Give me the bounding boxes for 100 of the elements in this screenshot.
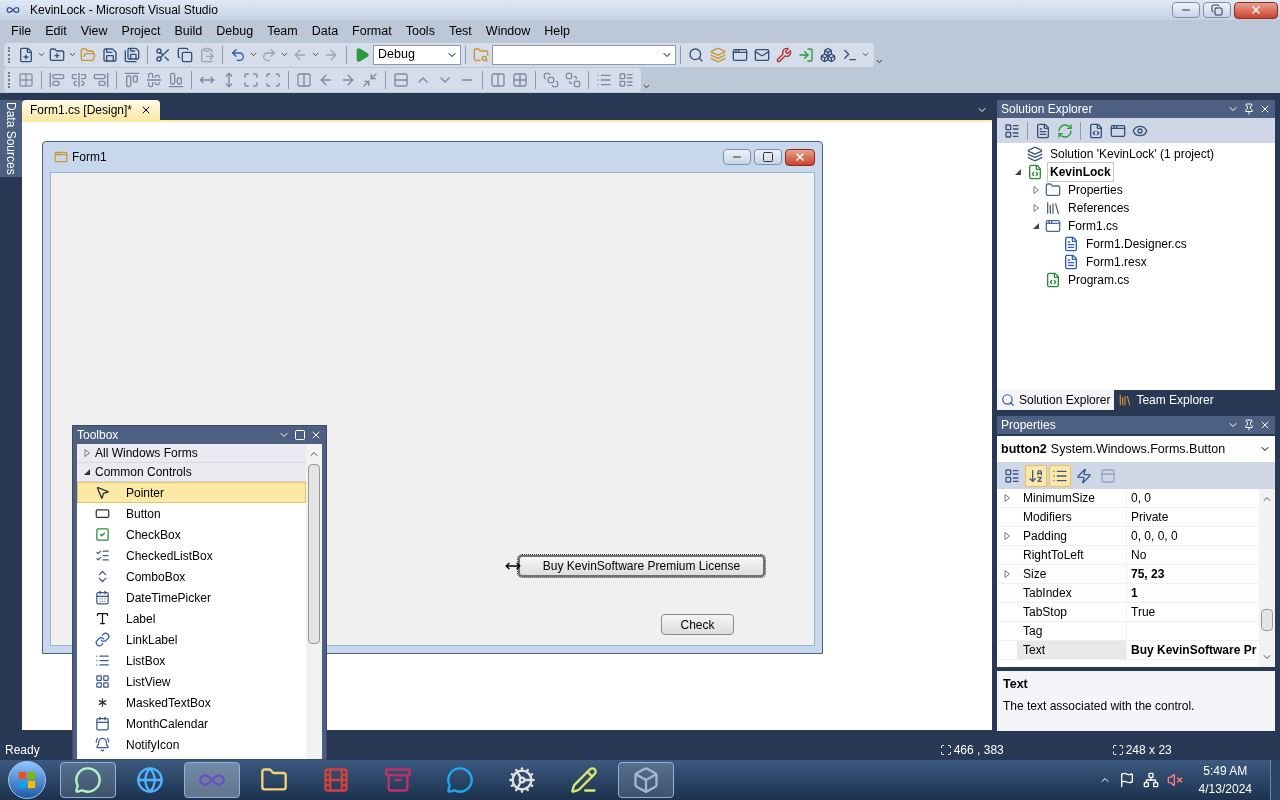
tree-item[interactable]: Form1.Designer.cs [1083,234,1190,254]
cube-icon[interactable] [618,762,674,798]
panel-tab[interactable]: Team Explorer [1114,390,1218,410]
property-value[interactable]: No [1127,546,1259,564]
tree-item[interactable]: Properties [1065,180,1126,200]
property-value[interactable]: 1 [1127,584,1259,602]
panel-tab[interactable]: Solution Explorer [997,390,1115,410]
menu-item[interactable]: View [73,21,115,41]
restore-icon[interactable] [1203,2,1231,18]
menu-item[interactable]: Build [167,21,210,41]
minimize-icon[interactable] [1172,2,1200,18]
toolbox-item[interactable]: Label [77,608,306,629]
maximize-icon[interactable] [754,149,782,165]
configuration-dropdown[interactable]: Debug [373,44,461,65]
expanded-arrow-icon[interactable] [83,468,91,476]
toolbox-item[interactable]: CheckBox [77,524,306,545]
menu-item[interactable]: Data [304,21,346,41]
menu-item[interactable]: Edit [38,21,74,41]
property-value[interactable]: 0, 0 [1127,489,1259,507]
menu-item[interactable]: Team [260,21,305,41]
start-orb-icon[interactable] [8,761,46,799]
property-name[interactable]: TabIndex [1017,584,1127,602]
menu-item[interactable]: Test [441,21,479,41]
property-value[interactable]: 75, 23 [1127,565,1259,583]
scrollbar-thumb[interactable] [1261,609,1273,631]
scrollbar[interactable] [306,444,322,759]
property-name[interactable]: RightToLeft [1017,546,1127,564]
close-icon[interactable] [1234,1,1278,19]
collapsed-arrow-icon[interactable] [1003,532,1011,540]
toolbox-item[interactable]: LinkLabel [77,629,306,650]
toolbox-item[interactable]: CheckedListBox [77,545,306,566]
collapsed-arrow-icon[interactable] [1032,186,1040,194]
tree-item[interactable]: Form1.resx [1083,252,1150,272]
flag-icon[interactable] [1118,772,1135,788]
form-button[interactable]: Buy KevinSoftware Premium License [518,555,765,577]
expanded-arrow-icon[interactable] [1032,222,1040,230]
property-value[interactable]: Private [1127,508,1259,526]
pin-icon[interactable] [1243,103,1255,115]
menu-item[interactable]: Project [114,21,168,41]
collapsed-arrow-icon[interactable] [1032,204,1040,212]
collapsed-arrow-icon[interactable] [83,449,91,457]
property-row[interactable]: Padding 0, 0, 0, 0 [997,527,1259,546]
property-row[interactable]: Tag [997,622,1259,641]
close-icon[interactable] [1259,103,1271,115]
toolbox-item[interactable]: Pointer [77,482,306,503]
menu-item[interactable]: Format [345,21,399,41]
toolbox-item[interactable]: Button [77,503,306,524]
property-name[interactable]: Modifiers [1017,508,1127,526]
sort-az-icon[interactable] [1025,464,1047,487]
menu-item[interactable]: File [4,21,39,41]
property-name[interactable]: Size [1017,565,1127,583]
form-button[interactable]: Check [661,614,734,635]
close-icon[interactable] [785,148,815,166]
chat-bubble-icon[interactable] [60,762,116,798]
close-icon[interactable] [1259,419,1271,431]
property-row[interactable]: Text Buy KevinSoftware Pr [997,641,1259,660]
property-value[interactable]: 0, 0, 0, 0 [1127,527,1259,545]
property-name[interactable]: TabStop [1017,603,1127,621]
property-name[interactable]: Tag [1017,622,1127,640]
platform-dropdown[interactable] [492,44,676,65]
close-icon[interactable] [310,429,322,441]
toolbox-item[interactable]: MonthCalendar [77,713,306,734]
property-name[interactable]: MinimumSize [1017,489,1127,507]
toolbox-item[interactable]: ListBox [77,650,306,671]
list-icon[interactable] [1049,464,1071,487]
toolbox-group[interactable]: Common Controls [77,463,306,482]
tree-item[interactable]: Program.cs [1065,270,1133,290]
property-row[interactable]: TabStop True [997,603,1259,622]
property-value[interactable]: True [1127,603,1259,621]
toolbox-item[interactable]: ListView [77,671,306,692]
menu-item[interactable]: Window [478,21,538,41]
show-desktop-button[interactable] [1270,760,1280,800]
property-row[interactable]: RightToLeft No [997,546,1259,565]
network-icon[interactable] [1142,772,1159,788]
menu-item[interactable]: Help [537,21,577,41]
toolbox-item[interactable]: DateTimePicker [77,587,306,608]
property-name[interactable]: Padding [1017,527,1127,545]
muted-speaker-icon[interactable] [1166,772,1183,788]
property-name[interactable]: Text [1017,641,1127,659]
expanded-arrow-icon[interactable] [1014,168,1022,176]
property-row[interactable]: Modifiers Private [997,508,1259,527]
tree-item[interactable]: Solution 'KevinLock' (1 project) [1047,144,1217,164]
side-tab[interactable]: Data Sources [0,100,24,177]
menu-item[interactable]: Debug [209,21,261,41]
collapsed-arrow-icon[interactable] [1003,494,1011,502]
scrollbar-thumb[interactable] [308,464,320,644]
toolbox-item[interactable]: ComboBox [77,566,306,587]
toolbox-item[interactable]: MaskedTextBox [77,692,306,713]
property-row[interactable]: MinimumSize 0, 0 [997,489,1259,508]
menu-item[interactable]: Tools [398,21,442,41]
infinity-icon[interactable] [184,762,240,798]
scrollbar[interactable] [1259,489,1275,667]
clock-time[interactable]: 5:49 AM [1203,762,1248,780]
property-value[interactable]: Buy KevinSoftware Pr [1127,641,1259,659]
clock-date[interactable]: 4/13/2024 [1198,780,1252,798]
tree-item[interactable]: References [1065,198,1133,218]
object-dropdown[interactable]: button2 System.Windows.Forms.Button [997,436,1275,462]
toolbox-item[interactable]: NotifyIcon [77,734,306,755]
property-row[interactable]: Size 75, 23 [997,565,1259,584]
tree-item[interactable]: KevinLock [1047,162,1114,182]
